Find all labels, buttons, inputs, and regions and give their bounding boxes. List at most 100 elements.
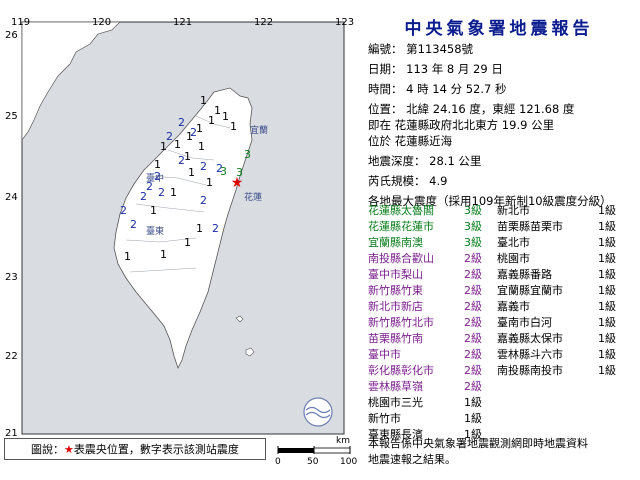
place-label: 臺東	[146, 225, 164, 237]
intensity-marker: 2	[212, 222, 219, 235]
latitude-tick: 22	[5, 351, 18, 362]
report-region: 位於 花蓮縣近海	[368, 134, 453, 148]
intensity-marker: 1	[230, 120, 237, 133]
place-label: 臺中	[146, 172, 164, 184]
latitude-tick: 26	[5, 30, 18, 41]
station-level: 1級	[598, 332, 616, 345]
station-level: 2級	[464, 316, 482, 329]
intensity-marker: 1	[198, 140, 205, 153]
intensity-marker: 2	[200, 160, 207, 173]
intensity-marker: 2	[158, 186, 165, 199]
scale-bar-graphic	[277, 446, 351, 454]
intensity-marker: 2	[130, 218, 137, 231]
station-name: 南投縣南投市	[497, 364, 563, 377]
station-level: 3級	[464, 236, 482, 249]
intensity-marker: 1	[196, 122, 203, 135]
station-name: 彰化縣彰化市	[368, 364, 434, 377]
station-name: 臺南市白河	[497, 316, 552, 329]
station-level: 1級	[464, 428, 482, 441]
map-svg: 11 1111111111111111112222 2 222 222222333 宜蘭…	[21, 21, 345, 435]
station-name: 雲林縣草嶺	[368, 380, 423, 393]
station-level: 1級	[598, 220, 616, 233]
station-level: 1級	[598, 236, 616, 249]
station-name: 苗栗縣竹南	[368, 332, 423, 345]
station-name: 宜蘭縣南澳	[368, 236, 423, 249]
station-name: 苗栗縣苗栗市	[497, 220, 563, 233]
scale-label-100: 100	[340, 457, 358, 467]
latitude-tick: 24	[5, 192, 18, 203]
station-level: 2級	[464, 364, 482, 377]
intensity-marker: 1	[222, 110, 229, 123]
latitude-tick: 21	[5, 428, 18, 439]
legend: 圖說：★表震央位置，數字表示該測站震度	[4, 438, 266, 460]
intensity-marker: 2	[166, 130, 173, 143]
intensity-marker: 1	[124, 250, 131, 263]
station-level: 1級	[598, 316, 616, 329]
station-name: 臺北市	[497, 236, 530, 249]
station-name: 新竹市	[368, 412, 401, 425]
map-panel: 1111111111111111111122222222222222333 宜蘭…	[0, 0, 365, 480]
station-name: 宜蘭縣宜蘭市	[497, 284, 563, 297]
station-name: 臺東縣長濱	[368, 428, 423, 441]
intensity-marker: 1	[184, 236, 191, 249]
longitude-tick: 122	[254, 17, 274, 28]
station-level: 1級	[598, 268, 616, 281]
station-level: 1級	[464, 396, 482, 409]
latitude-tick: 25	[5, 111, 18, 122]
intensity-marker: 1	[170, 186, 177, 199]
longitude-tick: 121	[173, 17, 193, 28]
report-depth: 地震深度： 28.1 公里	[368, 154, 482, 168]
legend-text: 表震央位置，數字表示該測站震度	[73, 443, 239, 456]
longitude-tick: 119	[11, 17, 31, 28]
intensity-marker: 1	[214, 104, 221, 117]
report-location: 位置： 北緯 24.16 度，東經 121.68 度	[368, 102, 575, 116]
station-name: 臺中市	[368, 348, 401, 361]
station-name: 臺中市梨山	[368, 268, 423, 281]
station-name: 新竹縣竹北市	[368, 316, 434, 329]
legend-prefix: 圖說：	[31, 443, 64, 456]
latitude-tick: 23	[5, 272, 18, 283]
station-level: 1級	[598, 364, 616, 377]
station-name: 嘉義縣太保市	[497, 332, 563, 345]
agency-logo	[303, 397, 333, 427]
place-label: 宜蘭	[250, 124, 268, 136]
report-title: 中央氣象署地震報告	[404, 19, 594, 39]
station-level: 2級	[464, 252, 482, 265]
station-name: 花蓮縣花蓮市	[368, 220, 434, 233]
station-level: 2級	[464, 380, 482, 393]
report-number: 編號： 第113458號	[368, 42, 474, 56]
intensity-marker: 1	[184, 150, 191, 163]
report-time: 時間： 4 時 14 分 52.7 秒	[368, 82, 507, 96]
station-name: 桃園市	[497, 252, 530, 265]
station-name: 嘉義縣番路	[497, 268, 552, 281]
intensity-marker: 2	[190, 126, 197, 139]
station-level: 2級	[464, 284, 482, 297]
footer-line-2: 地震速報之結果。	[368, 453, 456, 466]
station-level: 1級	[598, 300, 616, 313]
report-panel: 中央氣象署地震報告 編號： 第113458號 日期： 113 年 8 月 29 …	[366, 0, 640, 480]
station-name: 新北市	[497, 204, 530, 217]
station-level: 2級	[464, 332, 482, 345]
station-level: 1級	[598, 204, 616, 217]
scale-label-50: 50	[307, 457, 319, 467]
intensity-marker: 1	[206, 176, 213, 189]
intensity-marker: 3	[220, 165, 227, 178]
station-name: 新北市新店	[368, 300, 423, 313]
report-relative-location: 即在 花蓮縣政府北北東方 19.9 公里	[368, 118, 555, 132]
intensity-marker: 1	[196, 222, 203, 235]
intensity-marker: 2	[140, 190, 147, 203]
station-level: 1級	[464, 412, 482, 425]
longitude-tick: 120	[92, 17, 112, 28]
station-name: 新竹縣竹東	[368, 284, 423, 297]
intensity-marker: 2	[200, 194, 207, 207]
intensity-marker: 1	[208, 114, 215, 127]
station-level: 2級	[464, 300, 482, 313]
place-label: 花蓮	[244, 191, 262, 203]
station-level: 3級	[464, 204, 482, 217]
report-date: 日期： 113 年 8 月 29 日	[368, 62, 503, 76]
epicenter-legend-star-icon: ★	[64, 443, 74, 456]
intensity-marker: 2	[120, 204, 127, 217]
station-level: 1級	[598, 348, 616, 361]
station-level: 1級	[598, 252, 616, 265]
station-name: 花蓮縣太魯閣	[368, 204, 434, 217]
